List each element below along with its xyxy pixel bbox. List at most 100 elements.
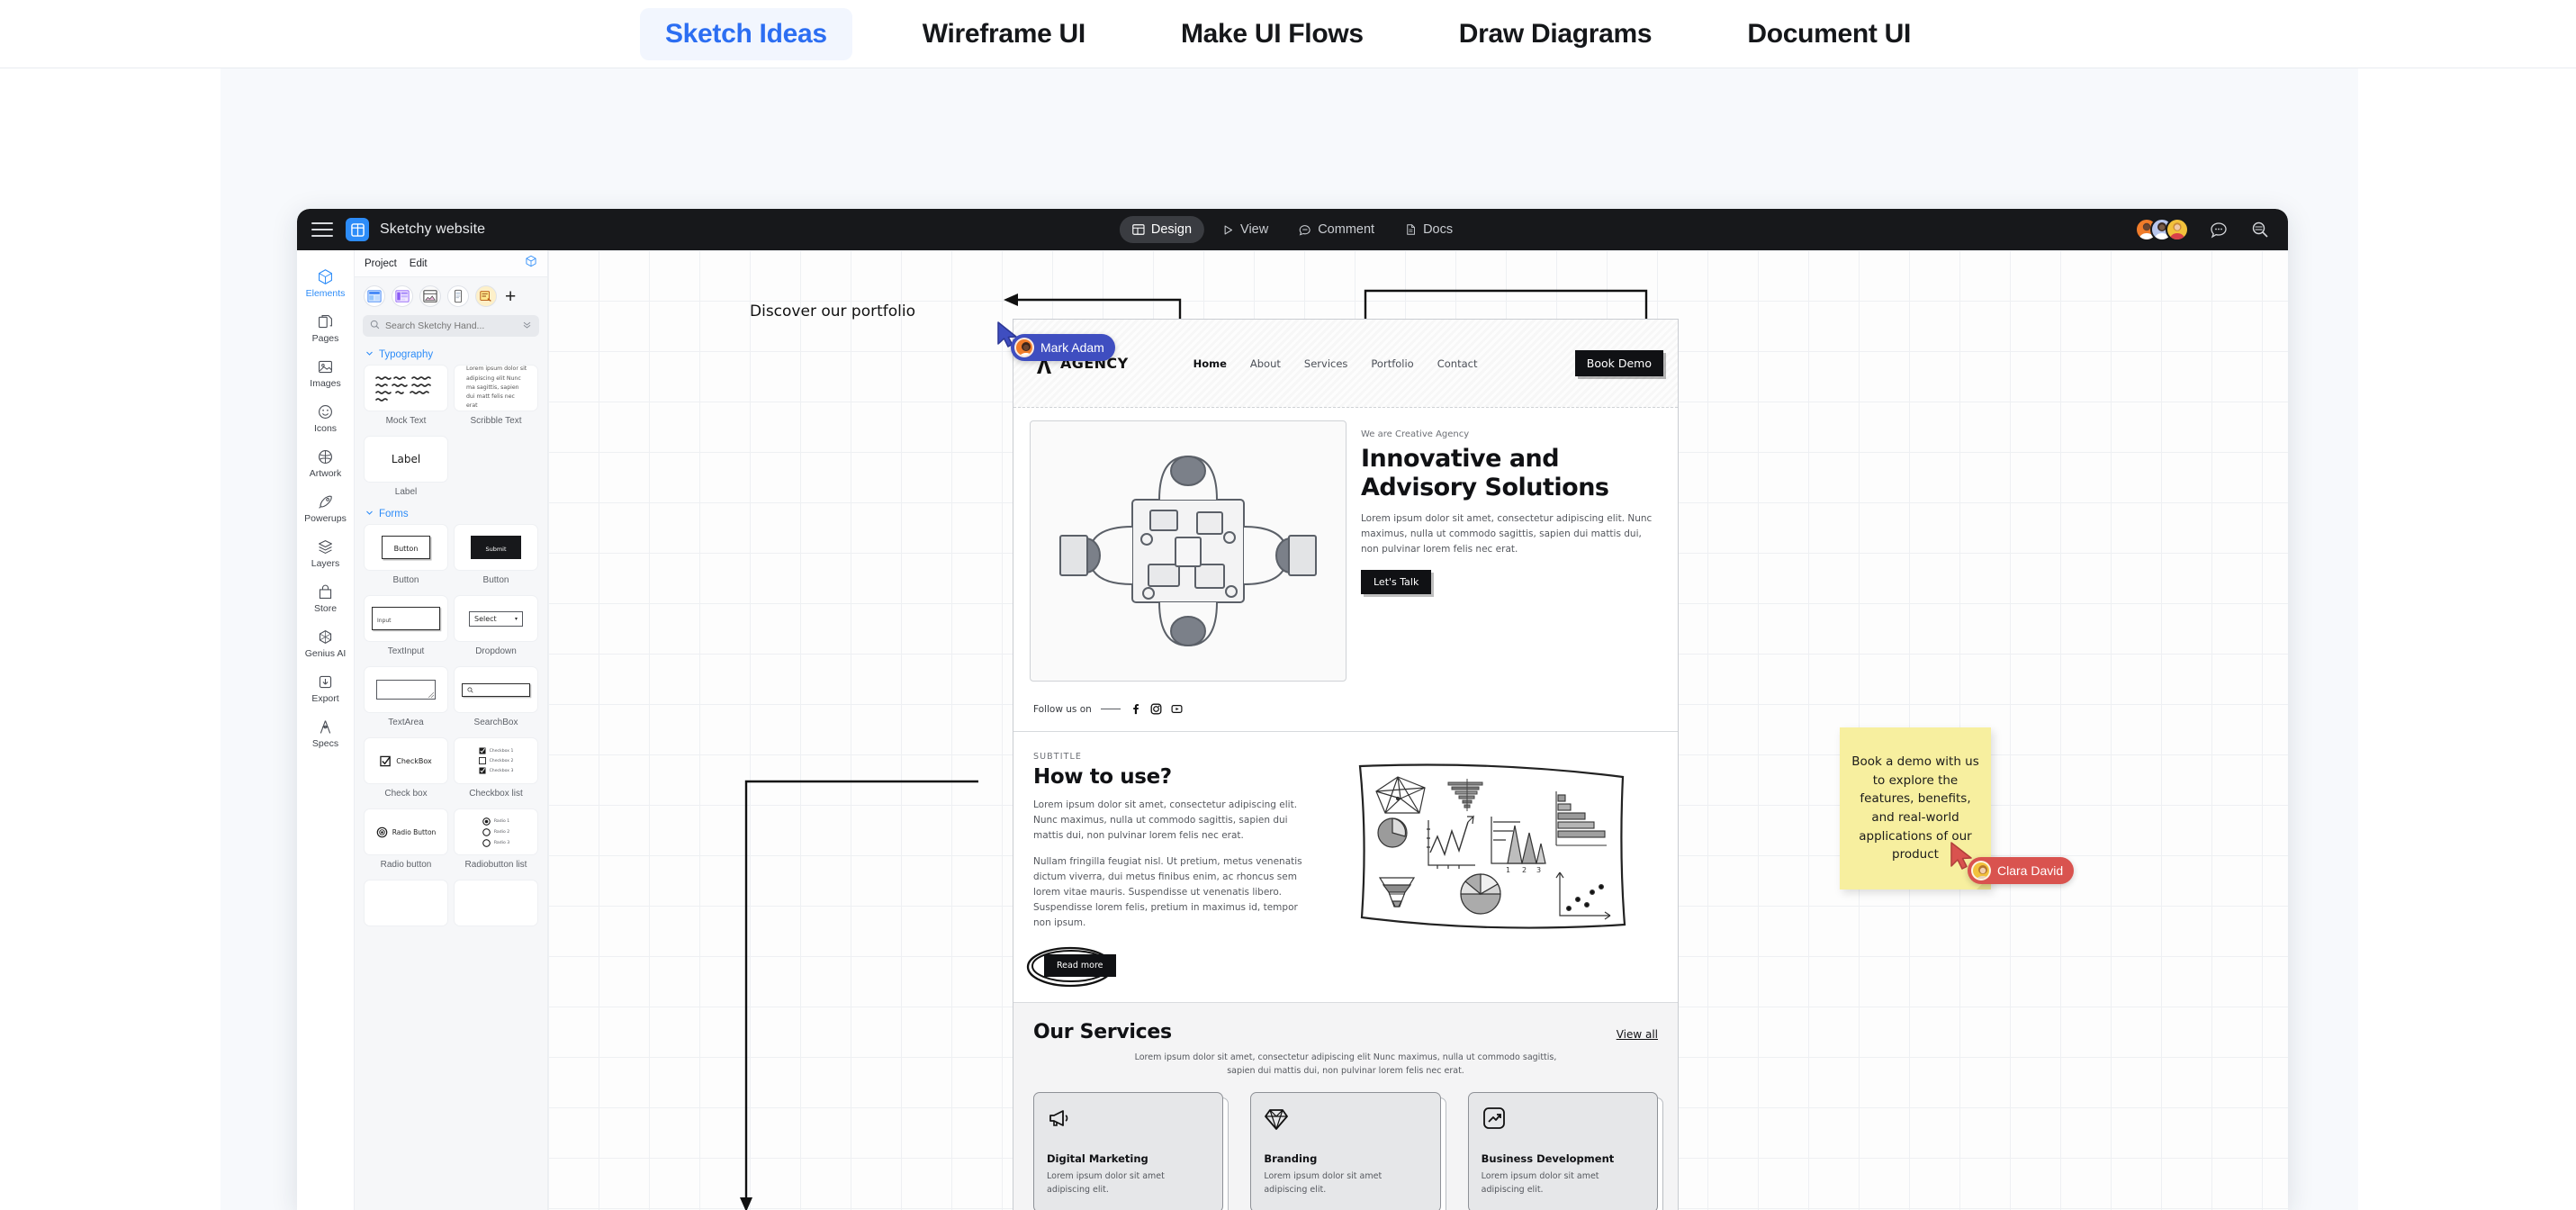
pages-icon <box>317 312 334 330</box>
search-zoom-icon[interactable] <box>2248 218 2272 241</box>
mobile-library-chip[interactable] <box>447 285 469 307</box>
search-icon <box>467 686 473 693</box>
cursor-label-text: Clara David <box>1997 863 2064 878</box>
section-header-forms[interactable]: Forms <box>355 503 547 524</box>
sidebar-item-store[interactable]: Store <box>299 576 353 619</box>
radio-icon <box>482 838 491 847</box>
youtube-icon[interactable] <box>1171 703 1183 715</box>
services-header: Our Services View all <box>1033 1021 1658 1043</box>
radio-selected-icon <box>482 817 491 826</box>
element-tile-extra-a[interactable] <box>364 880 448 926</box>
app-top-bar-right <box>2135 218 2272 241</box>
design-canvas[interactable]: Discover our portfolio Explore our servi… <box>548 250 2288 1210</box>
element-tile-dropdown[interactable]: Select ▾ Dropdown <box>454 595 538 663</box>
element-tile-button-outline[interactable]: Button Button <box>364 524 448 591</box>
element-tile-radio-list[interactable]: Radio 1 Radio 2 Radio 3 Radiobutton list <box>454 808 538 876</box>
tab-comment[interactable]: Comment <box>1286 216 1387 243</box>
search-input-wrapper[interactable] <box>363 315 539 337</box>
element-caption: Check box <box>384 789 428 799</box>
site-nav-about[interactable]: About <box>1250 357 1281 370</box>
element-tile-search-box[interactable]: SearchBox <box>454 666 538 734</box>
tab-document-ui[interactable]: Document UI <box>1722 8 1936 60</box>
sidebar-item-export[interactable]: Export <box>299 666 353 709</box>
project-title[interactable]: Sketchy website <box>380 221 485 238</box>
service-card[interactable]: Branding Lorem ipsum dolor sit amet adip… <box>1250 1092 1446 1210</box>
comment-bubble-icon[interactable] <box>2207 218 2230 241</box>
hero-heading: Innovative and Advisory Solutions <box>1361 445 1609 501</box>
element-tile-label[interactable]: Label Label <box>364 436 448 503</box>
cube-outline-icon[interactable] <box>525 255 537 272</box>
read-more-button[interactable]: Read more <box>1044 954 1116 977</box>
lets-talk-button[interactable]: Let's Talk <box>1361 569 1432 594</box>
element-caption: Mock Text <box>385 416 427 426</box>
tab-view[interactable]: View <box>1210 216 1281 243</box>
sidebar-item-elements[interactable]: Elements <box>299 261 353 304</box>
facebook-icon[interactable] <box>1130 703 1141 715</box>
card-face: Branding Lorem ipsum dolor sit amet adip… <box>1250 1092 1441 1210</box>
website-mockup-frame[interactable]: AGENCY Home About Services Portfolio Con… <box>1013 319 1679 1210</box>
sidebar-item-label: Export <box>311 693 339 704</box>
layout-library-chip[interactable] <box>392 285 413 307</box>
sidebar-item-images[interactable]: Images <box>299 351 353 394</box>
element-caption: Radio button <box>380 860 432 870</box>
instagram-icon[interactable] <box>1150 703 1162 715</box>
layout-icon <box>1132 224 1145 235</box>
sidebar-item-layers[interactable]: Layers <box>299 531 353 574</box>
chevron-double-down-icon[interactable] <box>522 318 532 334</box>
element-tile-button-filled[interactable]: Submit Button <box>454 524 538 591</box>
panel-tab-edit[interactable]: Edit <box>410 258 428 269</box>
service-body: Lorem ipsum dolor sit amet adipiscing el… <box>1047 1171 1165 1196</box>
element-tile-checkbox-list[interactable]: Checkbox 1 Checkbox 2 Checkbox 3 Checkbo… <box>454 737 538 805</box>
sidebar-item-label: Powerups <box>304 513 347 524</box>
hand-drawn-library-chip[interactable] <box>475 285 497 307</box>
hero-section: We are Creative Agency Innovative and Ad… <box>1013 408 1678 689</box>
sidebar-item-genius-ai[interactable]: Genius AI <box>299 621 353 664</box>
tab-make-ui-flows[interactable]: Make UI Flows <box>1156 8 1389 60</box>
element-tile-scribble-text[interactable]: Lorem ipsum dolor sit adipiscing elit Nu… <box>454 365 538 432</box>
sidebar-item-icons[interactable]: Icons <box>299 396 353 439</box>
sidebar-item-specs[interactable]: Specs <box>299 711 353 754</box>
element-tile-mock-text[interactable]: Mock Text <box>364 365 448 432</box>
tab-design[interactable]: Design <box>1119 216 1205 243</box>
collaborator-avatars[interactable] <box>2135 218 2189 241</box>
sidebar-item-pages[interactable]: Pages <box>299 306 353 349</box>
sketch-library-chip[interactable] <box>419 285 441 307</box>
hamburger-icon[interactable] <box>311 222 333 237</box>
radio-button-sample: Radio Button <box>392 827 437 836</box>
site-nav: Home About Services Portfolio Contact <box>1193 357 1478 370</box>
tab-draw-diagrams[interactable]: Draw Diagrams <box>1434 8 1678 60</box>
element-caption: Radiobutton list <box>464 860 527 870</box>
site-nav-contact[interactable]: Contact <box>1437 357 1478 370</box>
site-nav-portfolio[interactable]: Portfolio <box>1371 357 1413 370</box>
element-tile-text-input[interactable]: Input TextInput <box>364 595 448 663</box>
site-nav-services[interactable]: Services <box>1304 357 1348 370</box>
panel-tab-project[interactable]: Project <box>365 258 397 269</box>
element-tile-extra-b[interactable] <box>454 880 538 926</box>
sidebar-item-artwork[interactable]: Artwork <box>299 441 353 484</box>
element-tile-radio-button[interactable]: Radio Button Radio button <box>364 808 448 876</box>
smiley-icon <box>317 402 334 420</box>
tab-docs[interactable]: Docs <box>1392 216 1465 243</box>
element-tile-checkbox[interactable]: CheckBox Check box <box>364 737 448 805</box>
section-header-typography[interactable]: Typography <box>355 344 547 365</box>
view-all-link[interactable]: View all <box>1617 1021 1658 1041</box>
book-demo-button[interactable]: Book Demo <box>1574 350 1663 376</box>
megaphone-icon <box>1047 1106 1210 1133</box>
tab-sketch-ideas[interactable]: Sketch Ideas <box>639 7 852 60</box>
search-input[interactable] <box>385 321 517 331</box>
add-library-button[interactable]: + <box>505 287 516 306</box>
text-input-preview: Input <box>364 595 448 642</box>
image-icon <box>317 357 334 375</box>
service-card[interactable]: Business Development Lorem ipsum dolor s… <box>1467 1092 1663 1210</box>
site-nav-home[interactable]: Home <box>1193 357 1227 370</box>
checkbox-list-preview: Checkbox 1 Checkbox 2 Checkbox 3 <box>454 737 538 784</box>
avatar[interactable] <box>2166 218 2189 241</box>
cursor-label-text: Mark Adam <box>1040 340 1104 355</box>
sidebar-item-powerups[interactable]: Powerups <box>299 486 353 529</box>
checkbox-icon <box>478 757 486 764</box>
element-tile-text-area[interactable]: TextArea <box>364 666 448 734</box>
wireframe-library-chip[interactable] <box>364 285 385 307</box>
tab-wireframe-ui[interactable]: Wireframe UI <box>897 8 1111 60</box>
service-card[interactable]: Digital Marketing Lorem ipsum dolor sit … <box>1033 1092 1229 1210</box>
svg-text:3: 3 <box>1536 866 1541 874</box>
